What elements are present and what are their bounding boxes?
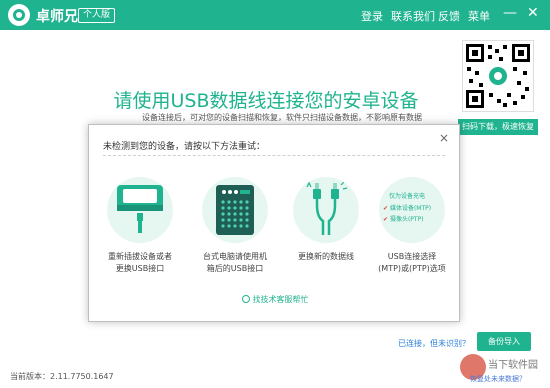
- check-icon: ✔: [383, 205, 389, 212]
- title-bar: 卓师兄 个人版 登录 联系我们 反馈 菜单 — ✕: [0, 0, 550, 30]
- nav-feedback[interactable]: 反馈: [438, 8, 460, 24]
- app-title: 卓师兄: [36, 9, 78, 25]
- no-device-dialog: 未检测到您的设备，请按以下方法重试： × 重新插拔设备或者 更换USB接口 台式…: [88, 124, 460, 322]
- phone-usb-icon: [107, 177, 173, 243]
- usb-mode-ptp: ✔ 摄像头(PTP): [383, 216, 424, 223]
- option-usb-mode-label: USB连接选择 (MTP)或(PTP)选项: [378, 252, 446, 273]
- watermark: 当下软件园 恢复处未来数据？: [458, 352, 548, 386]
- usb-cables-icon: [293, 177, 359, 243]
- nav-login[interactable]: 登录: [361, 8, 383, 24]
- nav-menu[interactable]: 菜单: [468, 8, 490, 24]
- qr-code: [462, 40, 534, 112]
- connected-not-recognized-link[interactable]: 已连接，但未识别？: [398, 338, 470, 349]
- version-text: 当前版本：2.11.7750.1647: [10, 372, 114, 381]
- backup-import-button[interactable]: 备份导入: [477, 332, 531, 351]
- usb-mode-mtp: ✔ 媒体设备(MTP): [383, 205, 432, 212]
- usb-mode-charge: 仅为设备充电: [389, 193, 426, 200]
- dialog-title: 未检测到您的设备，请按以下方法重试：: [103, 142, 266, 152]
- dialog-close-icon[interactable]: ×: [439, 131, 449, 145]
- tech-support-link[interactable]: 找技术客服帮忙: [89, 294, 461, 305]
- check-icon: ✔: [383, 216, 389, 223]
- desktop-tower-icon: [202, 177, 268, 243]
- option-new-cable-label: 更换新的数据线: [298, 252, 354, 261]
- logo-icon: [8, 4, 30, 26]
- option-replug-label: 重新插拔设备或者 更换USB接口: [108, 252, 172, 273]
- minimize-icon[interactable]: —: [503, 4, 517, 22]
- close-icon[interactable]: ✕: [527, 4, 539, 22]
- headset-icon: [241, 295, 250, 303]
- main-subtext: 设备连接后，可对您的设备扫描和恢复，软件只扫描设备数据，不影响原有数据: [142, 113, 422, 122]
- option-usb-mode: 仅为设备充电 ✔ 媒体设备(MTP) ✔ 摄像头(PTP) USB连接选择 (M…: [371, 177, 453, 275]
- option-replug: 重新插拔设备或者 更换USB接口: [99, 177, 181, 275]
- nav-contact[interactable]: 联系我们: [391, 8, 435, 24]
- qr-banner: 扫码下载，极速恢复: [458, 119, 538, 135]
- option-rear-port: 台式电脑请使用机 箱后的USB接口: [194, 177, 276, 275]
- dialog-divider: [103, 155, 445, 156]
- usb-mode-panel: 仅为设备充电 ✔ 媒体设备(MTP) ✔ 摄像头(PTP): [379, 177, 445, 243]
- option-new-cable: 更换新的数据线: [285, 177, 367, 263]
- option-rear-port-label: 台式电脑请使用机 箱后的USB接口: [203, 252, 267, 273]
- edition-badge: 个人版: [78, 8, 116, 23]
